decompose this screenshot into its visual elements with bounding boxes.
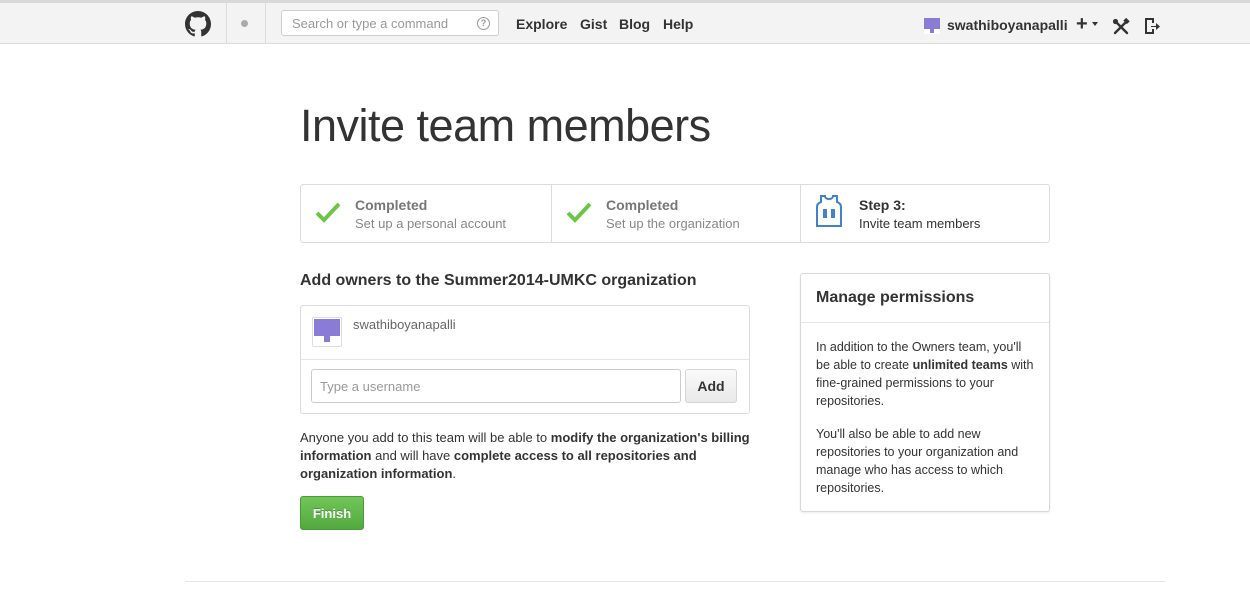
note-text: Anyone you add to this team will be able… bbox=[300, 430, 551, 445]
username-input[interactable] bbox=[311, 369, 681, 403]
notification-indicator-icon[interactable] bbox=[241, 20, 248, 27]
step-organization: Completed Set up the organization bbox=[551, 185, 801, 242]
manage-permissions-panel: Manage permissions In addition to the Ow… bbox=[800, 273, 1050, 512]
settings-tools-icon[interactable] bbox=[1112, 18, 1130, 36]
search-help-icon[interactable]: ? bbox=[477, 17, 490, 30]
add-owners-heading: Add owners to the Summer2014-UMKC organi… bbox=[300, 272, 697, 289]
step-description: Invite team members bbox=[859, 216, 981, 231]
page-title: Invite team members bbox=[300, 100, 711, 151]
panel-title: Manage permissions bbox=[816, 289, 975, 306]
step-status: Completed bbox=[606, 197, 679, 213]
identicon-icon bbox=[314, 319, 340, 342]
step-status: Step 3: bbox=[859, 197, 906, 213]
step-personal-account: Completed Set up a personal account bbox=[301, 185, 551, 242]
checkmark-icon bbox=[315, 202, 341, 223]
nav-blog-link[interactable]: Blog bbox=[619, 16, 650, 32]
chevron-down-icon[interactable] bbox=[1092, 22, 1098, 26]
panel-bold: unlimited teams bbox=[912, 358, 1008, 372]
panel-header: Manage permissions bbox=[801, 274, 1049, 323]
team-jersey-icon bbox=[816, 195, 842, 227]
finish-button[interactable]: Finish bbox=[300, 496, 364, 530]
header-divider bbox=[265, 3, 266, 43]
member-username[interactable]: swathiboyanapalli bbox=[353, 317, 456, 332]
footer-divider bbox=[185, 581, 1165, 582]
permissions-note: Anyone you add to this team will be able… bbox=[300, 429, 755, 483]
command-search-box: ? bbox=[281, 10, 499, 36]
step-invite-members: Step 3: Invite team members bbox=[800, 185, 1050, 242]
create-new-plus-icon[interactable]: + bbox=[1076, 14, 1088, 34]
sign-out-icon[interactable] bbox=[1143, 17, 1161, 35]
note-text: and will have bbox=[371, 448, 454, 463]
signup-steps: Completed Set up a personal account Comp… bbox=[300, 184, 1050, 243]
user-avatar-icon[interactable] bbox=[924, 18, 940, 34]
nav-explore-link[interactable]: Explore bbox=[516, 16, 567, 32]
nav-help-link[interactable]: Help bbox=[663, 16, 693, 32]
add-member-button[interactable]: Add bbox=[685, 369, 737, 403]
checkmark-icon bbox=[566, 202, 592, 223]
site-header: ? Explore Gist Blog Help swathiboyanapal… bbox=[0, 3, 1250, 44]
search-input[interactable] bbox=[290, 15, 474, 32]
github-octocat-icon[interactable] bbox=[185, 11, 211, 37]
panel-paragraph: You'll also be able to add new repositor… bbox=[816, 427, 1019, 495]
step-description: Set up a personal account bbox=[355, 216, 507, 231]
list-item: swathiboyanapalli bbox=[301, 306, 749, 360]
step-status: Completed bbox=[355, 197, 428, 213]
header-username-link[interactable]: swathiboyanapalli bbox=[947, 17, 1068, 33]
avatar bbox=[312, 317, 342, 347]
nav-gist-link[interactable]: Gist bbox=[580, 16, 607, 32]
owners-member-list: swathiboyanapalli Add bbox=[300, 305, 750, 414]
note-text: . bbox=[452, 466, 457, 481]
panel-paragraph: In addition to the Owners team, you'll b… bbox=[816, 338, 1038, 410]
header-divider bbox=[226, 3, 227, 43]
step-description: Set up the organization bbox=[606, 216, 740, 231]
